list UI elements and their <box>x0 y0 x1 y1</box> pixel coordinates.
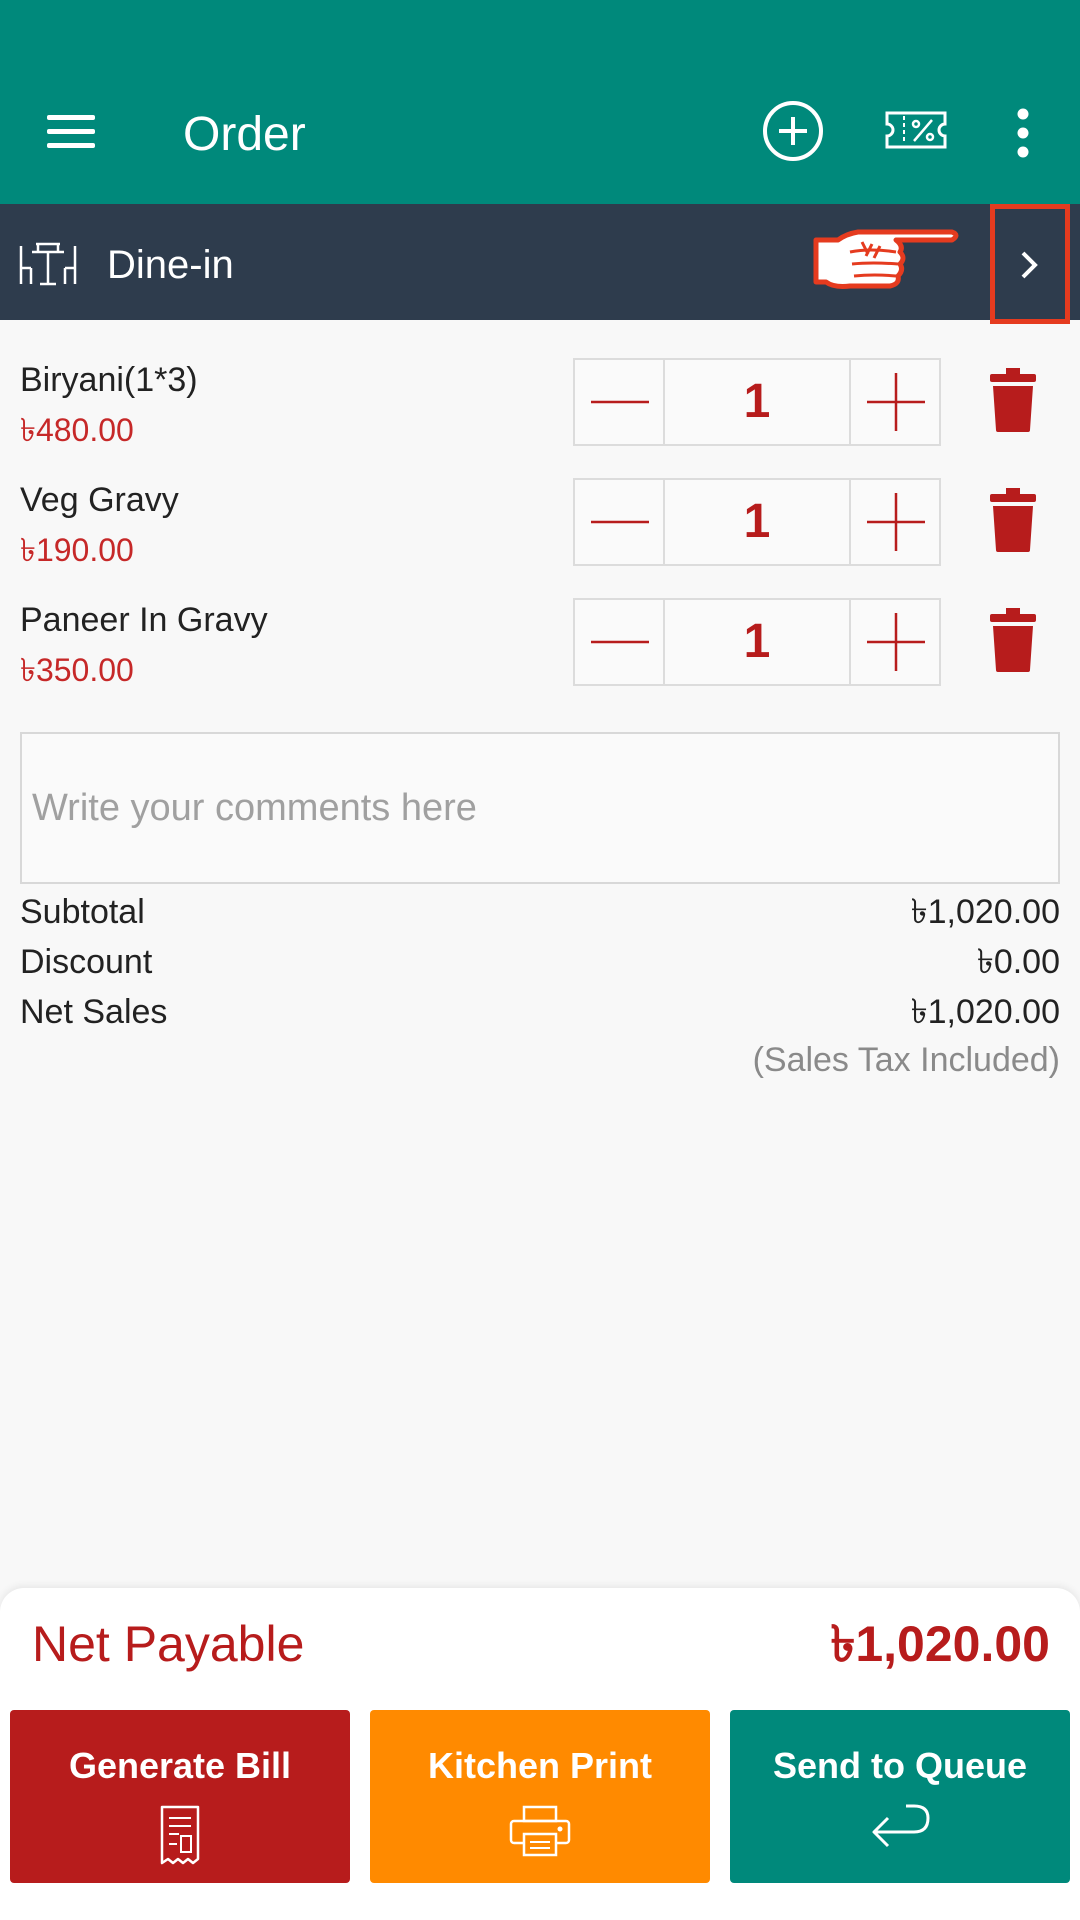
app-bar <box>0 0 1080 204</box>
table-icon <box>18 240 78 286</box>
pointing-hand-icon <box>810 226 960 294</box>
comment-input[interactable] <box>22 734 1058 882</box>
item-name: Veg Gravy <box>20 481 179 519</box>
item-price: ৳190.00 <box>20 532 134 568</box>
chevron-right-icon <box>1021 251 1038 279</box>
comment-box <box>20 732 1060 884</box>
receipt-icon <box>160 1805 200 1865</box>
minus-icon <box>591 640 649 644</box>
item-price: ৳350.00 <box>20 652 134 688</box>
add-circle-icon[interactable] <box>762 100 824 162</box>
discount-label: Discount <box>20 943 153 981</box>
net-payable-value: ৳1,020.00 <box>830 1616 1050 1672</box>
item-price: ৳480.00 <box>20 412 134 448</box>
decrease-button[interactable] <box>575 480 665 564</box>
item-name: Biryani(1*3) <box>20 361 198 399</box>
order-item: Paneer In Gravy ৳350.00 1 <box>0 598 1080 718</box>
discount-value: ৳0.00 <box>976 943 1060 981</box>
delete-icon[interactable] <box>990 368 1036 432</box>
order-type-next-button[interactable] <box>990 204 1070 324</box>
discount-ticket-icon[interactable] <box>884 110 948 150</box>
tax-note: (Sales Tax Included) <box>752 1041 1060 1079</box>
net-sales-value: ৳1,020.00 <box>910 993 1060 1031</box>
generate-bill-label: Generate Bill <box>68 1745 292 1786</box>
delete-icon[interactable] <box>990 488 1036 552</box>
quantity-stepper: 1 <box>573 598 941 686</box>
printer-icon <box>509 1805 571 1857</box>
menu-icon[interactable] <box>40 105 102 157</box>
order-item: Biryani(1*3) ৳480.00 1 <box>0 358 1080 478</box>
kitchen-print-label: Kitchen Print <box>427 1745 652 1786</box>
increase-button[interactable] <box>849 480 939 564</box>
minus-icon <box>591 520 649 524</box>
delete-icon[interactable] <box>990 608 1036 672</box>
net-payable-label: Net Payable <box>32 1616 305 1672</box>
more-vert-icon[interactable] <box>1005 106 1041 160</box>
subtotal-value: ৳1,020.00 <box>910 893 1060 931</box>
increase-button[interactable] <box>849 600 939 684</box>
item-name: Paneer In Gravy <box>20 601 268 639</box>
quantity-value[interactable]: 1 <box>665 480 849 564</box>
send-to-queue-button[interactable]: Send to Queue <box>730 1710 1070 1883</box>
plus-icon <box>867 373 925 431</box>
minus-icon <box>591 400 649 404</box>
kitchen-print-button[interactable]: Kitchen Print <box>370 1710 710 1883</box>
increase-button[interactable] <box>849 360 939 444</box>
subtotal-label: Subtotal <box>20 893 145 931</box>
return-arrow-icon <box>872 1804 930 1848</box>
quantity-value[interactable]: 1 <box>665 360 849 444</box>
quantity-stepper: 1 <box>573 478 941 566</box>
decrease-button[interactable] <box>575 360 665 444</box>
net-sales-label: Net Sales <box>20 993 168 1031</box>
quantity-stepper: 1 <box>573 358 941 446</box>
order-type-label: Dine-in <box>107 243 234 287</box>
plus-icon <box>867 493 925 551</box>
page-title: Order <box>183 108 306 161</box>
generate-bill-button[interactable]: Generate Bill <box>10 1710 350 1883</box>
send-to-queue-label: Send to Queue <box>772 1745 1028 1786</box>
quantity-value[interactable]: 1 <box>665 600 849 684</box>
decrease-button[interactable] <box>575 600 665 684</box>
plus-icon <box>867 613 925 671</box>
order-item: Veg Gravy ৳190.00 1 <box>0 478 1080 598</box>
